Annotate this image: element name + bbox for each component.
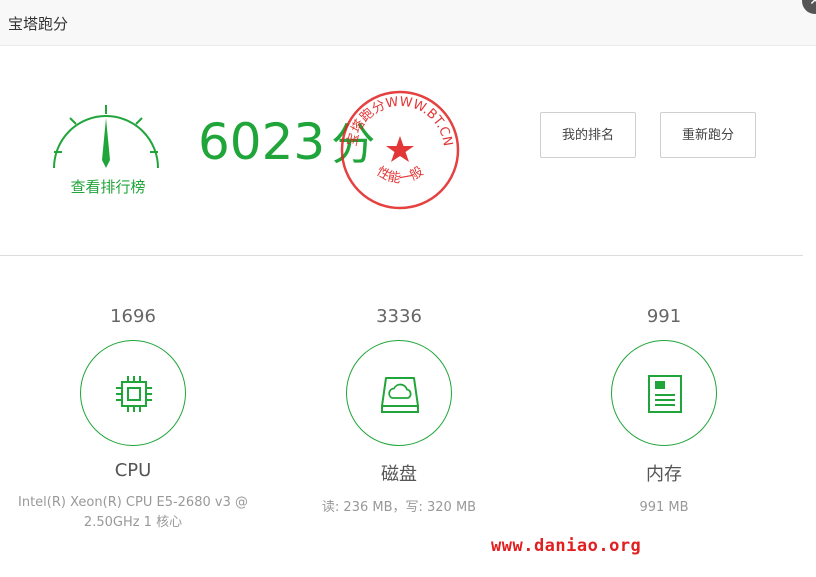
- my-rank-button[interactable]: 我的排名: [540, 112, 636, 158]
- metric-disk: 3336 磁盘 读: 236 MB，写: 320 MB: [266, 306, 532, 518]
- cpu-icon: [116, 376, 152, 412]
- metric-cpu: 1696 CPU Intel(R) Xeon(R) CPU E5-2680 v3…: [0, 306, 266, 533]
- metric-icon-circle: [611, 340, 717, 446]
- metric-icon-circle: [80, 340, 186, 446]
- site-watermark: www.daniao.org: [491, 536, 642, 556]
- metric-icon-circle: [346, 340, 452, 446]
- score-value: 6023: [198, 113, 326, 171]
- metric-name: 磁盘: [381, 464, 417, 485]
- stamp-bottom-text: 性能一般: [374, 163, 427, 186]
- metric-desc: Intel(R) Xeon(R) CPU E5-2680 v3 @ 2.50GH…: [18, 495, 248, 530]
- leaderboard-link[interactable]: 查看排行榜: [50, 176, 166, 197]
- metric-value: 991: [646, 306, 682, 327]
- metric-value: 3336: [376, 306, 422, 327]
- disk-icon: [381, 377, 419, 413]
- gauge-icon[interactable]: [48, 100, 164, 172]
- svg-text:性能一般: 性能一般: [374, 163, 427, 186]
- metric-desc: 读: 236 MB，写: 320 MB: [321, 500, 477, 515]
- metric-memory: 991 内存 991 MB: [531, 306, 797, 518]
- section-divider: [0, 255, 803, 256]
- performance-stamp: 宝塔跑分WWW.BT.CN 性能一般: [340, 90, 460, 210]
- window-titlebar: 宝塔跑分: [0, 0, 816, 46]
- metric-name: CPU: [114, 460, 152, 481]
- metric-value: 1696: [110, 306, 156, 327]
- window-title: 宝塔跑分: [8, 15, 69, 33]
- rerun-benchmark-button[interactable]: 重新跑分: [660, 112, 756, 158]
- close-icon: ✕: [809, 0, 816, 9]
- memory-icon: [648, 375, 682, 413]
- metric-name: 内存: [646, 464, 682, 485]
- metric-desc: 991 MB: [639, 500, 689, 515]
